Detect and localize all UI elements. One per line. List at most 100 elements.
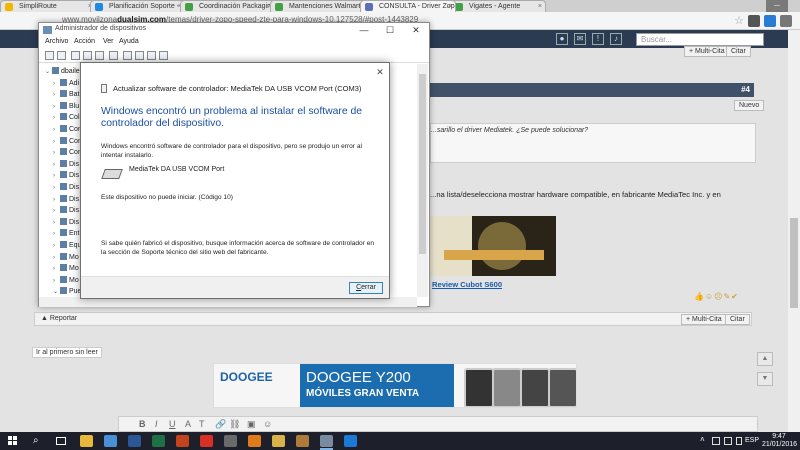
console-icon[interactable]	[109, 51, 118, 60]
page-scrollbar-thumb[interactable]	[790, 218, 798, 308]
clock[interactable]: 9:47 21/01/2016	[762, 433, 797, 449]
image-icon[interactable]: ▣	[247, 419, 256, 430]
link-icon[interactable]: 🔗	[215, 419, 226, 430]
dialog-close-icon[interactable]: ✕	[373, 66, 387, 78]
browser-tab[interactable]: Mantenciones Walmart D×	[270, 0, 366, 12]
expand-icon[interactable]: ›	[53, 92, 59, 98]
expand-icon[interactable]: ›	[53, 255, 59, 261]
bookmark-star-icon[interactable]: ☆	[734, 14, 744, 27]
multi-quote-button-bottom[interactable]: + Multi-Cita	[681, 314, 727, 325]
quote-button[interactable]: Citar	[726, 46, 751, 57]
edge-icon[interactable]	[344, 435, 357, 447]
tree-scrollbar[interactable]	[417, 64, 428, 297]
tree-node[interactable]: › Dis	[53, 217, 79, 229]
tree-node[interactable]: › Dis	[53, 159, 79, 171]
bell-icon[interactable]: ♪	[610, 33, 622, 45]
scroll-up-button[interactable]: ▲	[757, 352, 773, 366]
tree-node[interactable]: › Col	[53, 113, 80, 124]
back-icon[interactable]	[45, 51, 54, 60]
extension-icon[interactable]	[748, 15, 760, 27]
menu-icon[interactable]	[780, 15, 792, 27]
minimize-button[interactable]: —	[351, 23, 377, 37]
font-size-icon[interactable]: T	[199, 419, 205, 429]
network-icon[interactable]	[712, 437, 720, 445]
text-color-icon[interactable]: A	[185, 419, 191, 429]
browser-tab[interactable]: SimpliRoute×	[0, 0, 96, 12]
browser-tab[interactable]: CONSULTA - Driver Zopo ×	[360, 0, 456, 12]
scan-hardware-icon[interactable]	[135, 51, 144, 60]
maximize-button[interactable]: ☐	[377, 23, 403, 37]
tree-node[interactable]: › Ent	[53, 229, 80, 240]
tree-node[interactable]: › Mo	[53, 264, 79, 275]
help-icon[interactable]	[95, 51, 104, 60]
expand-icon[interactable]: ›	[53, 231, 59, 237]
expand-icon[interactable]: ›	[53, 266, 59, 272]
tab-close-icon[interactable]: ×	[448, 1, 452, 12]
tree-node[interactable]: › Dis	[53, 206, 79, 217]
unlink-icon[interactable]: ⛓	[229, 419, 240, 430]
tree-node[interactable]: › Con	[53, 148, 82, 159]
ad-banner[interactable]: DOOGEE DOOGEE Y200 MÓVILES GRAN VENTA	[213, 363, 577, 408]
italic-button[interactable]: I	[155, 419, 158, 429]
properties-icon[interactable]	[83, 51, 92, 60]
forum-search-input[interactable]: Buscar...	[636, 33, 764, 46]
browser-tab[interactable]: Coordinación Packaging×	[180, 0, 276, 12]
menu-accion[interactable]: Acción	[74, 38, 95, 45]
inbox-icon[interactable]: ✉	[574, 33, 586, 45]
tree-node[interactable]: › Dis	[53, 171, 79, 182]
device-manager-icon[interactable]	[320, 435, 333, 450]
excel-icon[interactable]	[152, 435, 165, 447]
task-view-icon[interactable]	[56, 437, 66, 445]
expand-icon[interactable]: ›	[53, 220, 59, 226]
show-hidden-icons-icon[interactable]: ˄	[700, 435, 705, 444]
disable-icon[interactable]	[159, 51, 168, 60]
app-boxes-icon[interactable]	[296, 435, 309, 447]
report-button[interactable]: ▲ Reportar	[41, 315, 77, 322]
underline-button[interactable]: U	[169, 419, 176, 429]
forward-icon[interactable]	[57, 51, 66, 60]
tree-node[interactable]: › Equ	[53, 241, 81, 252]
review-link[interactable]: Review Cubot S600	[432, 280, 502, 289]
bold-button[interactable]: B	[139, 419, 146, 429]
quote-button-bottom[interactable]: Citar	[725, 314, 750, 325]
tree-node[interactable]: › Dis	[53, 183, 79, 194]
tree-node[interactable]: › Blu	[53, 101, 79, 113]
user-icon[interactable]: ●	[556, 33, 568, 45]
expand-icon[interactable]: ›	[53, 139, 59, 145]
tree-node[interactable]: › Adi	[53, 78, 79, 90]
uninstall-icon[interactable]	[147, 51, 156, 60]
browser-tab[interactable]: Planificación Soporte - Fr×	[90, 0, 186, 12]
expand-icon[interactable]: ›	[53, 185, 59, 191]
tree-node[interactable]: › Bat	[53, 90, 80, 101]
tree-scrollbar-thumb[interactable]	[419, 74, 426, 254]
file-explorer-icon[interactable]	[80, 435, 93, 447]
expand-icon[interactable]: ›	[53, 208, 59, 214]
expand-icon[interactable]: ›	[53, 197, 59, 203]
close-window-button[interactable]: ✕	[403, 23, 429, 37]
menu-archivo[interactable]: Archivo	[45, 38, 68, 45]
calculator-icon[interactable]	[224, 435, 237, 447]
expand-icon[interactable]: ›	[53, 150, 59, 156]
menu-ver[interactable]: Ver	[103, 38, 114, 45]
expand-icon[interactable]: ›	[53, 173, 59, 179]
page-scrollbar[interactable]	[788, 30, 800, 432]
volume-icon[interactable]	[724, 437, 732, 445]
window-controls[interactable]: —	[766, 0, 788, 12]
chrome-icon[interactable]	[200, 435, 213, 447]
tree-node[interactable]: › Con	[53, 125, 82, 136]
expand-icon[interactable]: ›	[53, 243, 59, 249]
skype-extension-icon[interactable]	[764, 15, 776, 27]
menu-ayuda[interactable]: Ayuda	[119, 38, 139, 45]
expand-icon[interactable]: ⌄	[45, 68, 51, 75]
expand-icon[interactable]: ⌄	[53, 288, 59, 295]
expand-icon[interactable]: ›	[53, 104, 59, 110]
close-button[interactable]: Cerrar	[349, 282, 383, 294]
expand-icon[interactable]: ›	[53, 278, 59, 284]
tree-node[interactable]: › Dis	[53, 194, 79, 206]
device-manager-titlebar[interactable]: Administrador de dispositivos — ☐ ✕	[39, 23, 429, 37]
store-icon[interactable]	[104, 435, 117, 447]
tab-close-icon[interactable]: ×	[538, 1, 542, 12]
tree-node[interactable]: › Con	[53, 136, 82, 148]
expand-icon[interactable]: ›	[53, 115, 59, 121]
expand-icon[interactable]: ›	[53, 162, 59, 168]
